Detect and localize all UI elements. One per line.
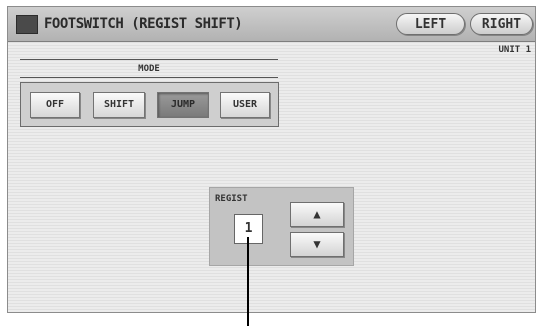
title-bar: FOOTSWITCH (REGIST SHIFT) LEFT RIGHT [8,7,535,42]
mode-label: MODE [138,64,160,74]
regist-up-button[interactable]: ▲ [290,202,344,227]
page-icon [16,15,38,34]
callout-line [247,237,249,326]
right-button[interactable]: RIGHT [470,13,533,35]
mode-rule-bottom [20,77,278,78]
mode-rule-top [20,59,278,60]
page-title: FOOTSWITCH (REGIST SHIFT) [44,16,243,32]
unit-label: UNIT 1 [498,45,531,55]
mode-shift-button[interactable]: SHIFT [93,92,145,118]
mode-off-button[interactable]: OFF [30,92,80,118]
regist-down-button[interactable]: ▼ [290,232,344,257]
arrow-down-icon: ▼ [313,237,321,251]
mode-user-button[interactable]: USER [220,92,270,118]
left-button[interactable]: LEFT [396,13,465,35]
mode-jump-button[interactable]: JUMP [157,92,209,118]
arrow-up-icon: ▲ [313,207,321,221]
regist-label: REGIST [215,194,248,204]
mode-button-group: OFF SHIFT JUMP USER [20,82,279,127]
footswitch-screen: FOOTSWITCH (REGIST SHIFT) LEFT RIGHT UNI… [7,6,536,313]
regist-panel: REGIST 1 ▲ ▼ [209,187,354,266]
